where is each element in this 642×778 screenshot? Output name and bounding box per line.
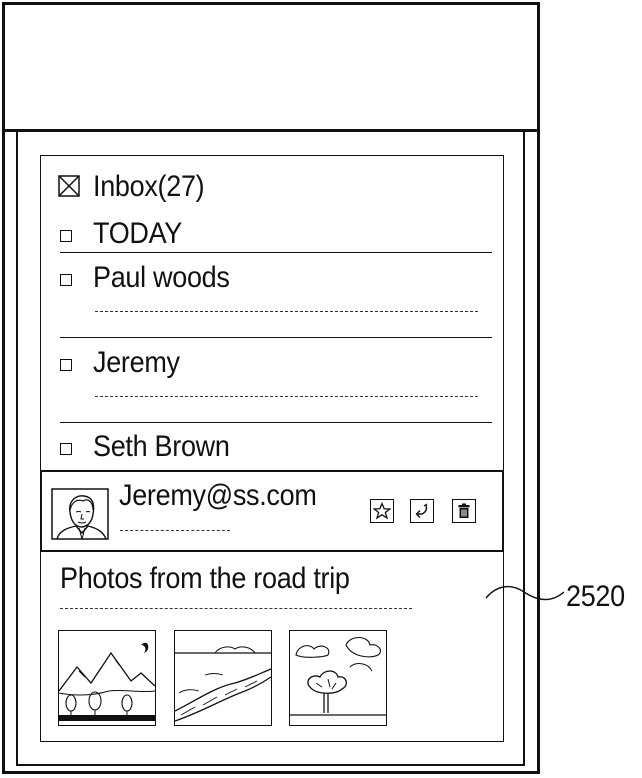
trash-icon	[458, 503, 470, 518]
message-checkbox[interactable]	[60, 274, 72, 286]
mountains-photo	[59, 642, 155, 721]
section-label-today: TODAY	[93, 216, 183, 250]
reply-icon	[415, 503, 428, 518]
message-preview-placeholder	[95, 396, 478, 397]
reference-numeral: 2520	[566, 579, 625, 613]
divider	[60, 422, 492, 423]
divider	[60, 252, 492, 253]
reply-button[interactable]	[410, 499, 434, 523]
top-bar	[2, 2, 540, 132]
photo-thumbnail-mountains[interactable]	[58, 630, 156, 726]
message-checkbox[interactable]	[60, 359, 72, 371]
divider	[60, 337, 492, 338]
message-sender[interactable]: Jeremy	[93, 347, 180, 377]
today-checkbox[interactable]	[60, 230, 72, 242]
inbox-title[interactable]: Inbox(27)	[93, 171, 205, 201]
message-checkbox[interactable]	[60, 443, 72, 455]
message-preview-placeholder	[95, 311, 478, 312]
avatar	[51, 488, 109, 540]
email-subject: Photos from the road trip	[60, 561, 350, 595]
mail-icon	[58, 175, 80, 197]
email-preview-placeholder	[120, 530, 230, 531]
tree-photo	[290, 636, 386, 716]
photo-thumbnail-tree[interactable]	[289, 630, 387, 726]
message-sender[interactable]: Paul woods	[93, 262, 230, 292]
reference-leader-line	[485, 585, 565, 601]
message-sender[interactable]: Seth Brown	[93, 431, 230, 461]
river-photo	[175, 646, 271, 722]
star-button[interactable]	[370, 499, 394, 523]
email-body-placeholder	[60, 608, 412, 609]
delete-button[interactable]	[452, 499, 476, 523]
photo-thumbnail-river[interactable]	[174, 630, 272, 726]
sender-email: Jeremy@ss.com	[119, 478, 317, 512]
star-icon	[373, 502, 391, 520]
